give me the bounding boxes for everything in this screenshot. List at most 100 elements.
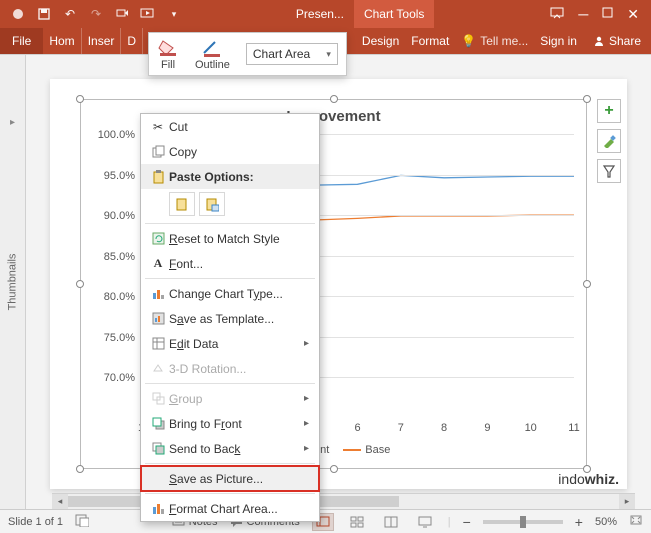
- reading-view-button[interactable]: [380, 513, 402, 531]
- x-axis-label: 10: [525, 418, 537, 434]
- ctx-save-as-picture[interactable]: Save as Picture...: [141, 466, 319, 491]
- ctx-save-template-label: Save as Template...: [169, 312, 309, 326]
- ctx-save-picture-label: Save as Picture...: [169, 472, 309, 486]
- resize-handle[interactable]: [76, 465, 84, 473]
- ctx-cut[interactable]: ✂Cut: [141, 114, 319, 139]
- ctx-copy[interactable]: Copy: [141, 139, 319, 164]
- start-from-beginning-icon[interactable]: [114, 6, 130, 22]
- chevron-down-icon: ▾: [326, 49, 331, 60]
- group-icon: [147, 392, 169, 405]
- ctx-paste-options: [141, 189, 319, 221]
- resize-handle[interactable]: [76, 280, 84, 288]
- ctx-reset-match-style[interactable]: Reset to Match Style: [141, 226, 319, 251]
- ctx-group: Group▸: [141, 386, 319, 411]
- font-icon: A: [147, 256, 169, 271]
- slide-sorter-button[interactable]: [346, 513, 368, 531]
- ctx-reset-label: Reset to Match Style: [169, 232, 309, 246]
- tab-d[interactable]: D: [121, 28, 143, 54]
- zoom-in-button[interactable]: +: [575, 514, 583, 530]
- submenu-arrow-icon: ▸: [304, 338, 309, 349]
- bring-front-icon: [147, 417, 169, 430]
- thumbnail-arrow-icon: ▸: [10, 117, 15, 128]
- y-axis-label: 90.0%: [104, 210, 141, 222]
- ctx-bring-to-front[interactable]: Bring to Front▸: [141, 411, 319, 436]
- tab-format[interactable]: Format: [405, 28, 455, 54]
- ctx-send-to-back[interactable]: Send to Back▸: [141, 436, 319, 461]
- y-axis-label: 80.0%: [104, 291, 141, 303]
- copy-icon: [147, 145, 169, 158]
- slideshow-view-button[interactable]: [414, 513, 436, 531]
- zoom-out-button[interactable]: −: [463, 514, 471, 530]
- resize-handle[interactable]: [583, 280, 591, 288]
- ctx-format-chart-area[interactable]: Format Chart Area...: [141, 496, 319, 521]
- zoom-slider[interactable]: [483, 520, 563, 524]
- spellcheck-icon[interactable]: [75, 513, 89, 530]
- chart-tools-tab: Chart Tools: [354, 0, 434, 28]
- tell-me[interactable]: 💡Tell me...: [455, 28, 534, 54]
- ctx-change-type-label: Change Chart Type...: [169, 287, 309, 301]
- paste-option-2[interactable]: [199, 192, 225, 216]
- tab-design[interactable]: Design: [356, 28, 405, 54]
- resize-handle[interactable]: [330, 465, 338, 473]
- chart-type-icon: [147, 287, 169, 300]
- sign-in[interactable]: Sign in: [534, 28, 583, 54]
- tab-home[interactable]: Hom: [43, 28, 81, 54]
- ctx-font[interactable]: AFont...: [141, 251, 319, 276]
- y-axis-label: 95.0%: [104, 170, 141, 182]
- thumbnail-pane[interactable]: ▸ Thumbnails: [0, 55, 26, 509]
- maximize-icon[interactable]: [602, 7, 613, 21]
- slide-indicator[interactable]: Slide 1 of 1: [8, 516, 63, 528]
- paste-option-1[interactable]: [169, 192, 195, 216]
- legend-item[interactable]: Base: [343, 444, 390, 456]
- ctx-edit-data-label: Edit Data: [169, 337, 304, 351]
- chart-elements-button[interactable]: +: [597, 99, 621, 123]
- tab-file[interactable]: File: [0, 28, 43, 54]
- scroll-left-icon[interactable]: ◂: [52, 494, 68, 509]
- ctx-save-template[interactable]: Save as Template...: [141, 306, 319, 331]
- app-icon: [10, 6, 26, 22]
- x-axis-label: 9: [484, 418, 490, 434]
- slide-area: Improvement 100.0%95.0%90.0%85.0%80.0%75…: [26, 55, 651, 509]
- fill-button[interactable]: Fill: [149, 33, 187, 75]
- ribbon-display-icon[interactable]: [550, 7, 564, 22]
- resize-handle[interactable]: [583, 95, 591, 103]
- x-axis-label: 11: [568, 418, 579, 434]
- qat-dropdown-icon[interactable]: ▾: [166, 6, 182, 22]
- save-template-icon: [147, 312, 169, 325]
- close-icon[interactable]: ✕: [627, 6, 639, 23]
- outline-button[interactable]: Outline: [187, 33, 238, 75]
- workspace: ▸ Thumbnails Improvement 100.0%95.0%90.0…: [0, 54, 651, 509]
- scroll-right-icon[interactable]: ▸: [619, 494, 635, 509]
- minimize-icon[interactable]: ─: [578, 6, 588, 22]
- resize-handle[interactable]: [76, 95, 84, 103]
- y-axis-label: 75.0%: [104, 332, 141, 344]
- slide[interactable]: Improvement 100.0%95.0%90.0%85.0%80.0%75…: [50, 79, 627, 489]
- chart-styles-button[interactable]: [597, 129, 621, 153]
- ctx-bring-front-label: Bring to Front: [169, 417, 304, 431]
- ctx-edit-data[interactable]: Edit Data▸: [141, 331, 319, 356]
- ctx-format-label: Format Chart Area...: [169, 502, 309, 516]
- chart-element-selector[interactable]: Chart Area ▾: [246, 43, 338, 65]
- share-button[interactable]: Share: [583, 28, 651, 54]
- chart-filters-button[interactable]: [597, 159, 621, 183]
- format-icon: [147, 502, 169, 515]
- resize-handle[interactable]: [330, 95, 338, 103]
- redo-icon[interactable]: ↷: [88, 6, 104, 22]
- send-back-icon: [147, 442, 169, 455]
- submenu-arrow-icon: ▸: [304, 393, 309, 404]
- document-title: Presen...: [296, 7, 344, 21]
- titlebar: ↶ ↷ ▾ Presen... Chart Tools ─ ✕: [0, 0, 651, 28]
- thumbnail-label: Thumbnails: [7, 254, 19, 311]
- save-icon[interactable]: [36, 6, 52, 22]
- tab-insert[interactable]: Inser: [82, 28, 122, 54]
- context-menu: ✂Cut Copy Paste Options: Reset to Match …: [140, 113, 320, 522]
- reset-icon: [147, 232, 169, 245]
- zoom-level[interactable]: 50%: [595, 516, 617, 528]
- ctx-change-chart-type[interactable]: Change Chart Type...: [141, 281, 319, 306]
- slideshow-icon[interactable]: [140, 6, 156, 22]
- undo-icon[interactable]: ↶: [62, 6, 78, 22]
- submenu-arrow-icon: ▸: [304, 418, 309, 429]
- submenu-arrow-icon: ▸: [304, 443, 309, 454]
- fit-to-window-button[interactable]: [629, 514, 643, 529]
- ctx-paste-options-header: Paste Options:: [141, 164, 319, 189]
